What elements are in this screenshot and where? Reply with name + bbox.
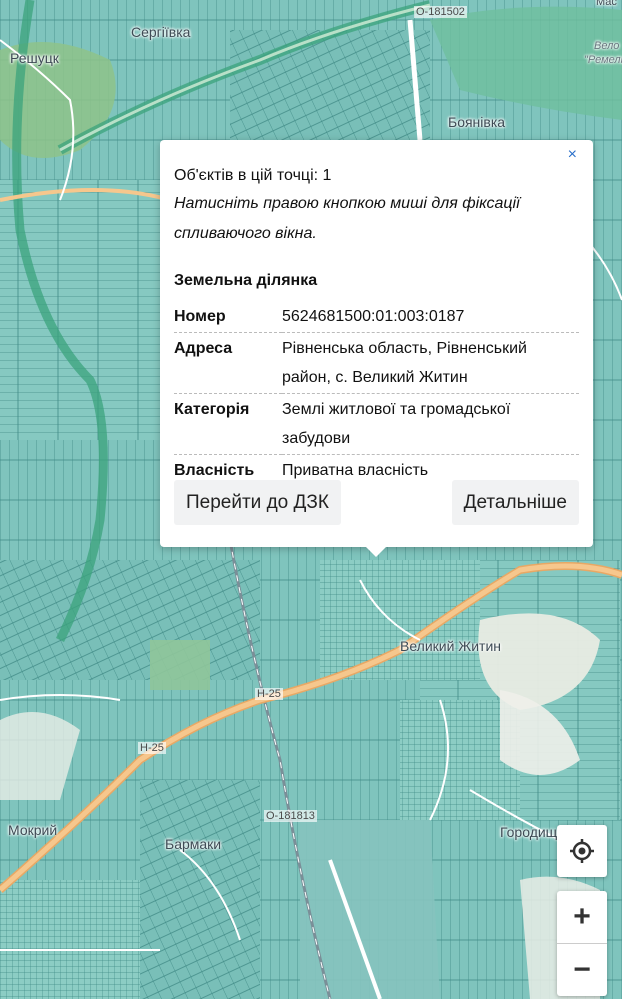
label-boianivka: Боянівка [448,114,506,130]
label-serhiivka: Сергіївка [131,24,191,40]
objects-count: Об'єктів в цій точці: 1 [174,167,332,184]
label-barmaky: Бармаки [165,836,222,852]
attr-value-category: Землі житлової та громадської забудови [282,393,579,455]
road-label-o181502: О-181502 [414,6,467,18]
label-horodyshche: Городище [500,824,565,840]
label-velo: Вело [594,40,620,52]
label-velykyi-zhytyn: Великий Житин [400,638,502,654]
zoom-in-button[interactable]: + [557,891,607,943]
attr-key-address: Адреса [174,332,282,394]
zoom-out-button[interactable]: − [557,943,607,996]
popup-actions: Перейти до ДЗК Детальніше [174,480,579,525]
label-remel: "Ремель [584,54,622,66]
go-to-dzk-button[interactable]: Перейти до ДЗК [174,480,341,525]
locate-control [557,825,607,877]
attr-key-number: Номер [174,301,282,333]
zoom-control: + − [557,891,607,996]
table-row: Категорія Землі житлової та громадської … [174,393,579,455]
popup-close-button[interactable]: × [568,146,577,164]
label-reshuk: Решуцк [10,50,59,66]
attr-value-number: 5624681500:01:003:0187 [282,301,579,333]
label-mokryi: Мокрий [8,822,58,838]
popup-tip [365,546,387,557]
road-label-h25-a: Н-25 [255,688,283,700]
parcel-popup: × Об'єктів в цій точці: 1 Натисніть прав… [160,140,593,557]
road-label-o181813: О-181813 [264,810,317,822]
locate-button[interactable] [557,825,607,877]
attr-value-address: Рівненська область, Рівненський район, с… [282,332,579,394]
road-label-h25-b: Н-25 [138,742,166,754]
details-button[interactable]: Детальніше [451,480,579,525]
table-row: Адреса Рівненська область, Рівненський р… [174,332,579,394]
attr-key-category: Категорія [174,393,282,455]
table-row: Номер 5624681500:01:003:0187 [174,301,579,333]
popup-hint: Натисніть правою кнопкою миші для фіксац… [174,195,520,242]
attributes-table: Номер 5624681500:01:003:0187 Адреса Рівн… [174,301,579,486]
locate-icon [570,839,594,863]
label-mas: Мас [596,0,617,8]
section-title: Земельна ділянка [174,272,318,289]
